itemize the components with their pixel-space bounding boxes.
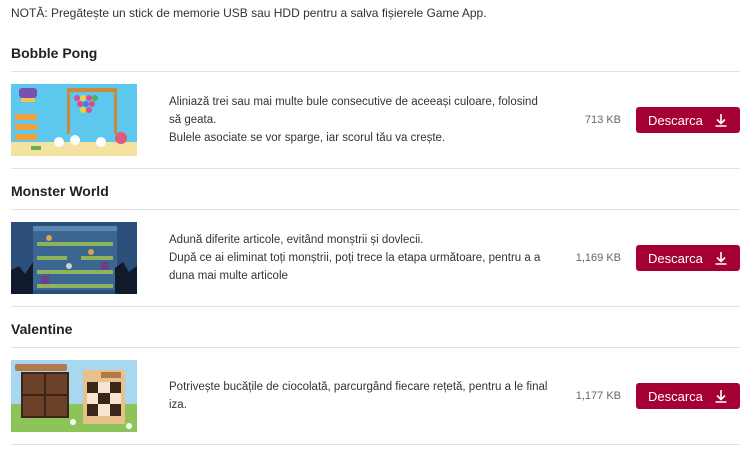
game-description: Adună diferite articole, evitând monștri…	[169, 210, 549, 306]
download-button-label: Descarca	[648, 388, 703, 404]
divider	[11, 444, 740, 445]
file-size: 1,169 KB	[575, 252, 621, 264]
download-icon	[714, 251, 728, 265]
game-title: Monster World	[11, 183, 109, 199]
game-description: Potrivește bucățile de ciocolată, parcur…	[169, 348, 549, 444]
download-button[interactable]: Descarca	[636, 107, 740, 133]
game-row: Adună diferite articole, evitând monștri…	[11, 210, 740, 306]
download-button[interactable]: Descarca	[636, 245, 740, 271]
divider	[11, 168, 740, 169]
download-button-label: Descarca	[648, 112, 703, 128]
description-line: După ce ai eliminat toți monștrii, poți …	[169, 252, 541, 282]
bobble-pong-thumbnail[interactable]	[11, 84, 137, 156]
game-description: Aliniază trei sau mai multe bule consecu…	[169, 72, 549, 168]
divider	[11, 306, 740, 307]
monster-world-thumbnail[interactable]	[11, 222, 137, 294]
game-row: Aliniază trei sau mai multe bule consecu…	[11, 72, 740, 168]
valentine-thumbnail[interactable]	[11, 360, 137, 432]
file-size: 1,177 KB	[575, 390, 621, 402]
game-section-valentine: Valentine Potrivește bucățile de ciocola…	[11, 317, 740, 445]
game-section-monster-world: Monster World Adună diferite articole, e…	[11, 179, 740, 307]
download-icon	[714, 389, 728, 403]
game-app-page: NOTĂ: Pregătește un stick de memorie USB…	[0, 0, 750, 450]
game-title: Valentine	[11, 321, 73, 337]
description-line: Potrivește bucățile de ciocolată, parcur…	[169, 381, 548, 411]
download-icon	[714, 113, 728, 127]
description-line: Bulele asociate se vor sparge, iar scoru…	[169, 132, 446, 144]
description-line: Aliniază trei sau mai multe bule consecu…	[169, 96, 538, 126]
download-button[interactable]: Descarca	[636, 383, 740, 409]
game-title: Bobble Pong	[11, 45, 98, 61]
description-line: Adună diferite articole, evitând monștri…	[169, 234, 424, 246]
usb-note: NOTĂ: Pregătește un stick de memorie USB…	[11, 6, 487, 20]
game-row: Potrivește bucățile de ciocolată, parcur…	[11, 348, 740, 444]
file-size: 713 KB	[584, 114, 621, 126]
download-button-label: Descarca	[648, 250, 703, 266]
game-section-bobble-pong: Bobble Pong Aliniază trei sau mai multe …	[11, 41, 740, 169]
